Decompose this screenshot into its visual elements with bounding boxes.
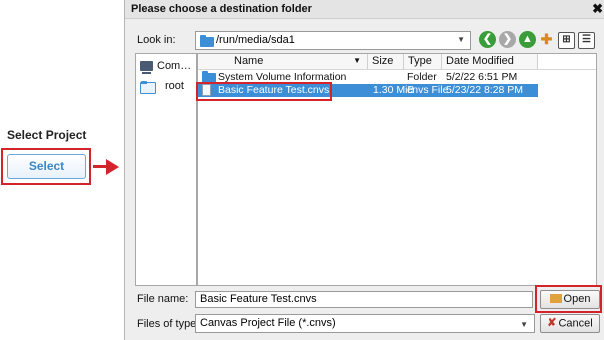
place-root[interactable]: root (140, 79, 198, 94)
sort-descending-icon: ▼ (353, 56, 361, 65)
select-button[interactable]: Select (7, 154, 86, 179)
files-of-type-value: Canvas Project File (*.cnvs) (200, 317, 336, 329)
up-folder-icon[interactable]: ▲ (519, 31, 536, 48)
arrow-shaft (93, 165, 106, 168)
column-header-name[interactable]: Name ▼ (198, 54, 368, 69)
file-modified: 5/23/22 8:28 PM (446, 84, 524, 96)
select-project-heading: Select Project (7, 128, 87, 142)
column-header-size[interactable]: Size (368, 54, 404, 69)
look-in-dropdown[interactable]: /run/media/sda1 ▼ (195, 31, 471, 50)
files-of-type-dropdown[interactable]: Canvas Project File (*.cnvs) ▼ (195, 314, 535, 333)
selected-file-highlight (196, 82, 332, 101)
file-type: cnvs File (407, 84, 449, 96)
file-chooser-dialog: Please choose a destination folder ✖ Loo… (124, 0, 604, 340)
places-sidebar: Com… root (135, 53, 197, 286)
cancel-button[interactable]: ✘ Cancel (540, 314, 600, 333)
files-of-type-label: Files of type: (137, 318, 200, 330)
new-folder-icon[interactable]: ✚ (538, 31, 555, 48)
dialog-title: Please choose a destination folder (131, 3, 312, 15)
column-header-type[interactable]: Type (404, 54, 442, 69)
computer-icon (140, 61, 153, 74)
list-view-icon[interactable]: ☰ (578, 32, 595, 49)
chevron-down-icon: ▼ (457, 35, 465, 44)
folder-icon (200, 35, 214, 47)
back-icon[interactable]: ❮ (479, 31, 496, 48)
file-name-label: File name: (137, 293, 189, 305)
file-name-input[interactable]: Basic Feature Test.cnvs (195, 291, 533, 308)
look-in-value: /run/media/sda1 (216, 34, 295, 46)
look-in-label: Look in: (137, 34, 176, 46)
place-computer-label: Com… (157, 60, 192, 72)
file-modified: 5/2/22 6:51 PM (446, 71, 518, 83)
dialog-titlebar: Please choose a destination folder ✖ (125, 0, 604, 19)
folder-icon (140, 81, 156, 94)
open-button-highlight (535, 285, 602, 313)
cancel-x-icon: ✘ (547, 317, 557, 329)
column-name-label: Name (234, 55, 264, 67)
place-computer[interactable]: Com… (140, 60, 198, 74)
chevron-down-icon: ▼ (520, 320, 528, 329)
arrow-right-icon (106, 159, 119, 175)
close-icon[interactable]: ✖ (592, 1, 603, 17)
file-type: Folder (407, 71, 437, 83)
details-view-icon[interactable]: ⊞ (558, 32, 575, 49)
place-root-label: root (165, 80, 184, 92)
header-divider (198, 69, 596, 70)
cancel-button-label: Cancel (558, 317, 593, 330)
column-header-date[interactable]: Date Modified (442, 54, 538, 69)
forward-icon[interactable]: ❯ (499, 31, 516, 48)
